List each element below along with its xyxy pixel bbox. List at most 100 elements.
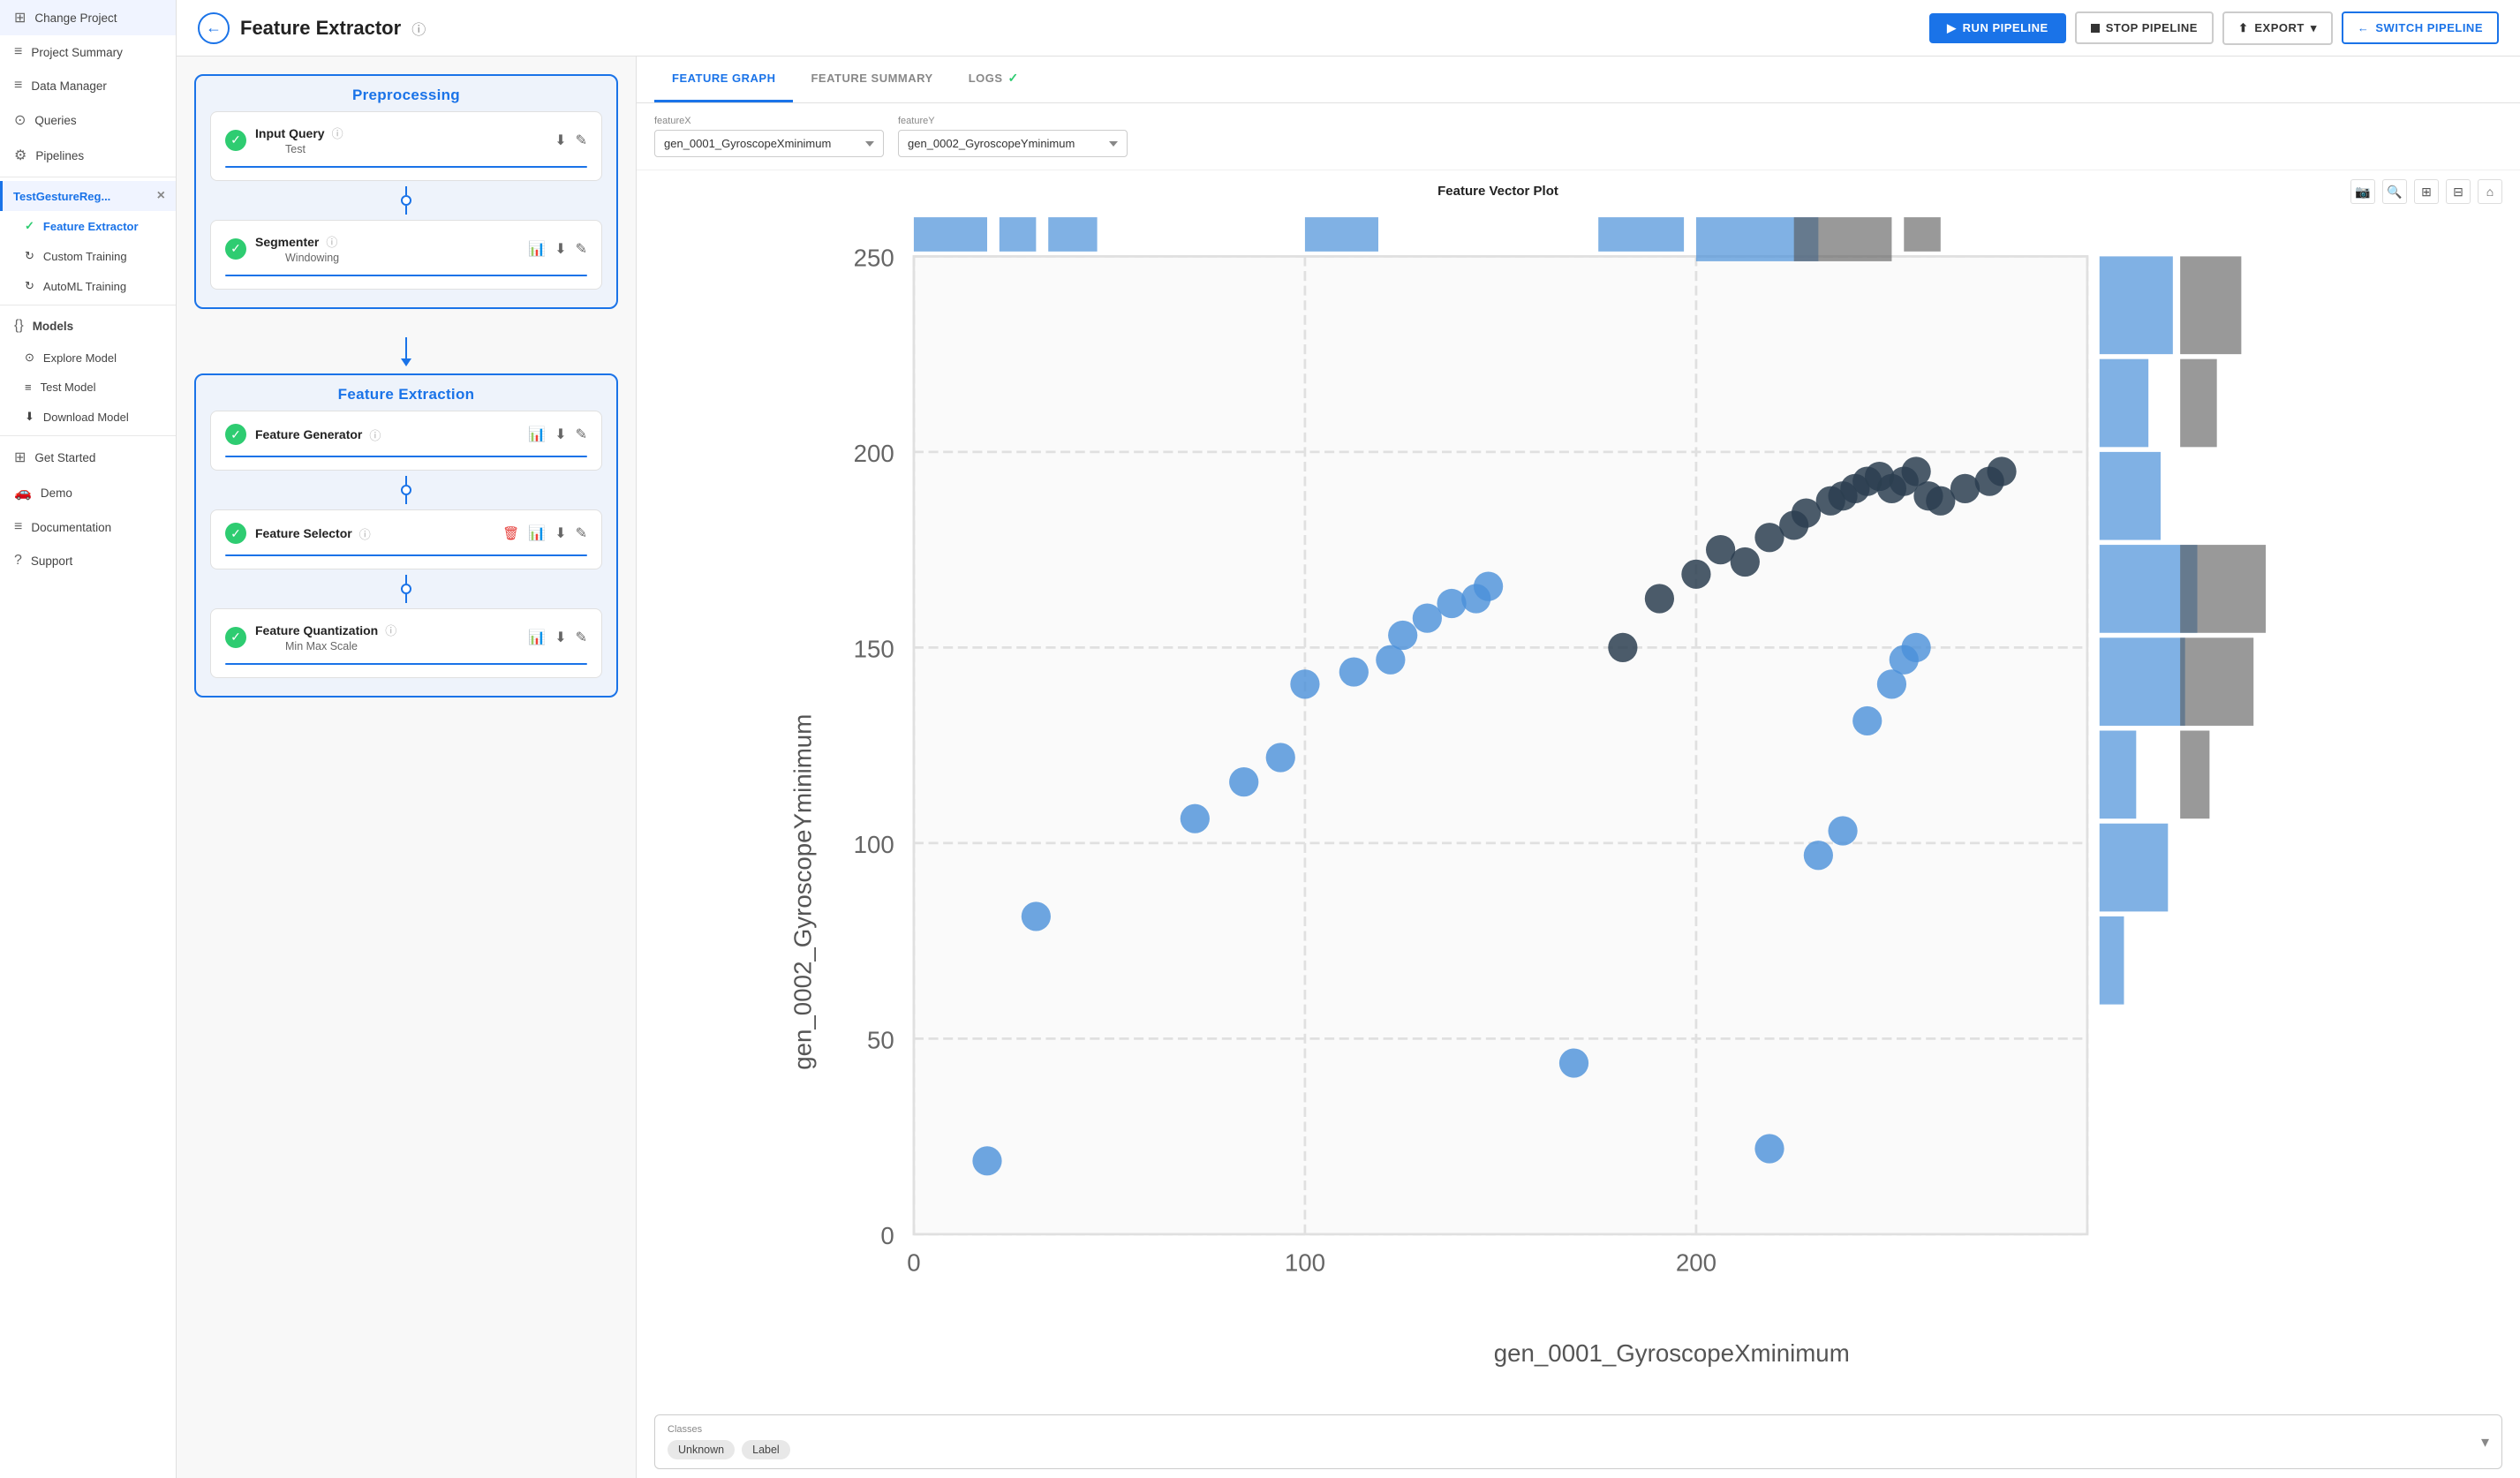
feature-quantization-step: ✓ Feature Quantization ⓘ Min Max Scale 📊 bbox=[210, 608, 602, 678]
feature-x-select[interactable]: gen_0001_GyroscopeXminimumgen_0002_Gyros… bbox=[654, 130, 884, 157]
expand-toolbar-btn[interactable]: ⊞ bbox=[2414, 179, 2439, 204]
download-action-icon-2[interactable]: ⬇ bbox=[555, 240, 566, 258]
sidebar-explore-model[interactable]: ⊙ Explore Model bbox=[0, 343, 176, 373]
sidebar-item-data-manager[interactable]: ≡ Data Manager bbox=[0, 69, 176, 102]
segmenter-check: ✓ bbox=[225, 238, 246, 260]
feature-y-select[interactable]: gen_0001_GyroscopeXminimumgen_0002_Gyros… bbox=[898, 130, 1128, 157]
svg-text:200: 200 bbox=[854, 440, 894, 467]
home-toolbar-btn[interactable]: ⌂ bbox=[2478, 179, 2502, 204]
download-action-icon-3[interactable]: ⬇ bbox=[555, 426, 566, 443]
refresh-icon-2: ↻ bbox=[25, 279, 34, 293]
preprocessing-section: Preprocessing ✓ Input Query ⓘ Test bbox=[194, 74, 618, 309]
edit-action-icon-3[interactable]: ✎ bbox=[576, 426, 587, 443]
sidebar-sub-custom-training[interactable]: ↻ Custom Training bbox=[0, 241, 176, 271]
explore-icon: ⊙ bbox=[25, 351, 34, 365]
export-icon: ⬆ bbox=[2238, 21, 2248, 35]
feature-selector-actions: 🗑 📊 ⬇ ✎ bbox=[502, 524, 587, 542]
back-button[interactable]: ← bbox=[198, 12, 230, 44]
feature-selector-name: Feature Selector bbox=[255, 526, 352, 540]
feature-generator-name: Feature Generator bbox=[255, 427, 362, 441]
sidebar-test-model[interactable]: ≡ Test Model bbox=[0, 373, 176, 402]
sidebar-sub-feature-extractor[interactable]: ✓ Feature Extractor bbox=[0, 211, 176, 241]
chart-action-icon-3[interactable]: 📊 bbox=[528, 524, 546, 542]
edit-action-icon-4[interactable]: ✎ bbox=[576, 524, 587, 542]
sidebar-download-model[interactable]: ⬇ Download Model bbox=[0, 402, 176, 432]
svg-text:0: 0 bbox=[907, 1248, 920, 1276]
input-query-sub: Test bbox=[285, 143, 343, 155]
chart-action-icon-2[interactable]: 📊 bbox=[528, 426, 546, 443]
segmenter-name: Segmenter bbox=[255, 235, 319, 249]
active-project-name: TestGestureReg... bbox=[13, 190, 110, 203]
refresh-icon: ↻ bbox=[25, 249, 34, 263]
sidebar-item-change-project[interactable]: ⊞ Change Project bbox=[0, 0, 176, 35]
svg-text:100: 100 bbox=[854, 831, 894, 858]
feature-extraction-section: Feature Extraction ✓ Feature Generator ⓘ bbox=[194, 373, 618, 698]
edit-action-icon[interactable]: ✎ bbox=[576, 132, 587, 149]
classes-bar: Classes Unknown Label ▾ bbox=[654, 1414, 2502, 1469]
camera-toolbar-btn[interactable]: 📷 bbox=[2350, 179, 2375, 204]
tabs-bar: FEATURE GRAPH FEATURE SUMMARY LOGS ✓ bbox=[637, 57, 2520, 103]
sidebar-support[interactable]: ? Support bbox=[0, 544, 176, 577]
graph-controls: featureX gen_0001_GyroscopeXminimumgen_0… bbox=[637, 103, 2520, 170]
feature-vector-chart: gen_0002_GyroscopeYminimum gen_0001_Gyro… bbox=[645, 207, 2502, 1381]
download-action-icon-4[interactable]: ⬇ bbox=[555, 524, 566, 542]
download-action-icon-5[interactable]: ⬇ bbox=[555, 629, 566, 646]
feature-generator-actions: 📊 ⬇ ✎ bbox=[528, 426, 587, 443]
feature-generator-step: ✓ Feature Generator ⓘ 📊 ⬇ ✎ bbox=[210, 411, 602, 471]
sidebar-get-started[interactable]: ⊞ Get Started bbox=[0, 440, 176, 475]
switch-pipeline-button[interactable]: ← SWITCH PIPELINE bbox=[2342, 11, 2499, 44]
demo-icon: 🚗 bbox=[14, 484, 32, 501]
grid-icon: ⊞ bbox=[14, 9, 26, 26]
feature-selector-info-icon[interactable]: ⓘ bbox=[359, 525, 371, 542]
sidebar-item-queries[interactable]: ⊙ Queries bbox=[0, 102, 176, 138]
chart-action-icon[interactable]: 📊 bbox=[528, 240, 546, 258]
gear-icon: ⚙ bbox=[14, 147, 26, 164]
svg-text:50: 50 bbox=[867, 1026, 894, 1053]
download-icon: ⬇ bbox=[25, 410, 34, 424]
feature-x-label: featureX bbox=[654, 116, 884, 126]
graph-title: Feature Vector Plot bbox=[645, 184, 2350, 199]
class-chip-label[interactable]: Label bbox=[742, 1440, 790, 1459]
export-button[interactable]: ⬆ EXPORT ▾ bbox=[2222, 11, 2333, 45]
active-project: TestGestureReg... × bbox=[0, 181, 176, 211]
chart-action-icon-4[interactable]: 📊 bbox=[528, 629, 546, 646]
edit-action-icon-5[interactable]: ✎ bbox=[576, 629, 587, 646]
sidebar-item-project-summary[interactable]: ≡ Project Summary bbox=[0, 35, 176, 69]
svg-text:200: 200 bbox=[1676, 1248, 1716, 1276]
test-icon: ≡ bbox=[25, 381, 32, 394]
feature-quantization-sub: Min Max Scale bbox=[285, 640, 396, 652]
list-icon-2: ≡ bbox=[14, 78, 22, 94]
segmenter-sub: Windowing bbox=[285, 252, 339, 264]
sidebar-sub-automl-training[interactable]: ↻ AutoML Training bbox=[0, 271, 176, 301]
delete-action-icon[interactable]: 🗑 bbox=[502, 525, 519, 541]
sidebar-item-pipelines[interactable]: ⚙ Pipelines bbox=[0, 138, 176, 173]
tab-logs[interactable]: LOGS ✓ bbox=[951, 57, 1037, 102]
class-chip-unknown[interactable]: Unknown bbox=[668, 1440, 735, 1459]
collapse-toolbar-btn[interactable]: ⊟ bbox=[2446, 179, 2471, 204]
sidebar-documentation[interactable]: ≡ Documentation bbox=[0, 510, 176, 544]
start-icon: ⊞ bbox=[14, 449, 26, 466]
classes-expand-icon[interactable]: ▾ bbox=[2481, 1433, 2489, 1452]
feature-extraction-title: Feature Extraction bbox=[196, 375, 616, 411]
zoom-toolbar-btn[interactable]: 🔍 bbox=[2382, 179, 2407, 204]
close-project-btn[interactable]: × bbox=[157, 188, 165, 204]
sidebar-models-header: {} Models bbox=[0, 309, 176, 343]
input-query-step: ✓ Input Query ⓘ Test ⬇ ✎ bbox=[210, 111, 602, 181]
preprocessing-title: Preprocessing bbox=[196, 76, 616, 111]
sidebar-demo[interactable]: 🚗 Demo bbox=[0, 475, 176, 510]
input-query-actions: ⬇ ✎ bbox=[555, 132, 587, 149]
svg-text:gen_0002_GyroscopeYminimum: gen_0002_GyroscopeYminimum bbox=[789, 714, 817, 1070]
info-icon[interactable]: ⓘ bbox=[411, 18, 426, 39]
stop-pipeline-button[interactable]: STOP PIPELINE bbox=[2075, 11, 2214, 44]
feature-generator-info-icon[interactable]: ⓘ bbox=[369, 426, 381, 443]
segmenter-info-icon[interactable]: ⓘ bbox=[326, 233, 337, 250]
tab-feature-summary[interactable]: FEATURE SUMMARY bbox=[793, 57, 950, 102]
edit-action-icon-2[interactable]: ✎ bbox=[576, 240, 587, 258]
feature-quantization-info-icon[interactable]: ⓘ bbox=[385, 622, 396, 638]
connector-3 bbox=[196, 569, 616, 608]
tab-feature-graph[interactable]: FEATURE GRAPH bbox=[654, 57, 793, 102]
download-action-icon[interactable]: ⬇ bbox=[555, 132, 566, 149]
run-pipeline-button[interactable]: ▶ RUN PIPELINE bbox=[1929, 13, 2066, 43]
input-query-info-icon[interactable]: ⓘ bbox=[332, 124, 343, 141]
sidebar: ⊞ Change Project ≡ Project Summary ≡ Dat… bbox=[0, 0, 177, 1478]
